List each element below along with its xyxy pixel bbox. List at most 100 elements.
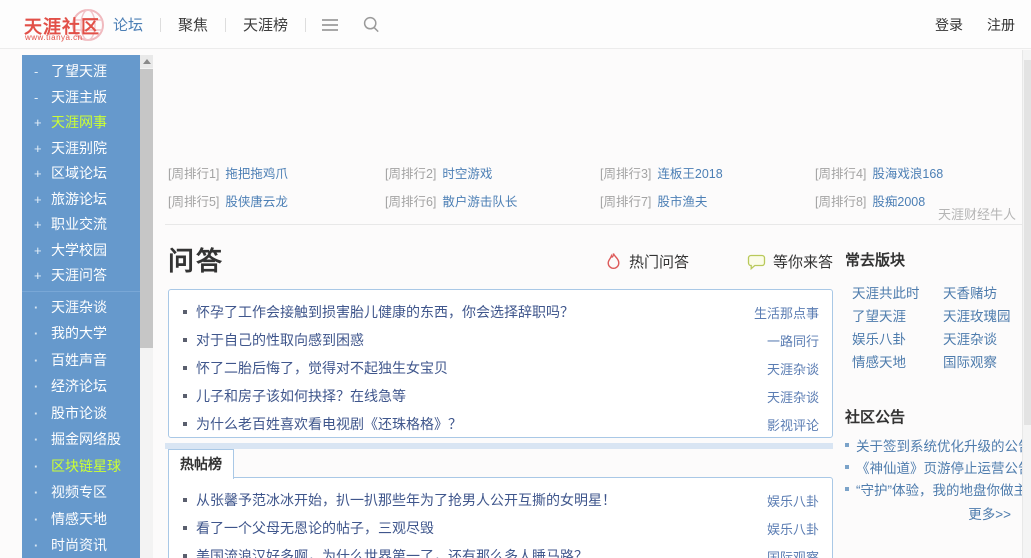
main-nav: 论坛 聚焦 天涯榜 bbox=[96, 0, 389, 49]
tab-hot-questions[interactable]: 热门问答 bbox=[605, 251, 689, 272]
sidebar-item[interactable]: -天涯主版 bbox=[22, 85, 140, 111]
sidebar-item[interactable]: 天涯杂谈 bbox=[22, 294, 140, 321]
ranking-item: [周排行2]时空游戏 bbox=[385, 163, 600, 182]
weekly-rankings: [周排行1]拖把拖鸡爪 [周排行2]时空游戏 [周排行3]连板王2018 [周排… bbox=[168, 163, 1028, 210]
post-link[interactable]: 看了一个父母无恩论的帖子，三观尽毁 bbox=[196, 518, 755, 538]
sidebar-item[interactable]: 股市论谈 bbox=[22, 400, 140, 427]
sidebar-item-active[interactable]: +天涯网事 bbox=[22, 110, 140, 136]
sidebar-divider bbox=[22, 291, 140, 292]
question-link[interactable]: 怀孕了工作会接触到损害胎儿健康的东西，你会选择辞职吗？ bbox=[196, 302, 742, 322]
sidebar-group-main: -了望天涯 -天涯主版 +天涯网事 +天涯别院 +区域论坛 +旅游论坛 +职业交… bbox=[22, 59, 140, 289]
scrollbar-thumb[interactable] bbox=[140, 69, 153, 348]
post-link[interactable]: 美国流浪汉好多啊，为什么世界第一了，还有那么多人睡马路？ bbox=[196, 546, 755, 558]
menu-icon[interactable] bbox=[306, 19, 354, 31]
qa-tabs: 热门问答 等你来答 bbox=[605, 251, 833, 272]
question-link[interactable]: 对于自己的性取向感到困惑 bbox=[196, 330, 755, 350]
tab-waiting-answers[interactable]: 等你来答 bbox=[747, 251, 833, 272]
register-link[interactable]: 注册 bbox=[987, 15, 1015, 35]
announcement-row: “守护”体验，我的地盘你做主 bbox=[845, 478, 1015, 500]
watermark-text: 天涯财经牛人 bbox=[938, 204, 1016, 223]
sidebar-item[interactable]: 情感天地 bbox=[22, 506, 140, 533]
site-url: www.tianya.cn bbox=[25, 33, 83, 42]
scroll-up-button[interactable] bbox=[140, 55, 153, 68]
category-link[interactable]: 天涯杂谈 bbox=[767, 359, 819, 378]
announcement-link[interactable]: 关于签到系统优化升级的公告 bbox=[856, 435, 1031, 455]
question-row: 为什么老百姓喜欢看电视剧《还珠格格》？ 影视评论 bbox=[169, 410, 832, 438]
question-row: 儿子和房子该如何抉择？在线急等天涯杂谈 bbox=[169, 382, 832, 410]
hot-tabstrip bbox=[165, 443, 833, 449]
board-link[interactable]: 国际观察 bbox=[943, 351, 1012, 374]
arrow-up-icon bbox=[143, 59, 151, 64]
sidebar-item[interactable]: +职业交流 bbox=[22, 212, 140, 238]
section-divider bbox=[165, 224, 1022, 225]
frequent-boards: 天涯共此时 天香赌坊 了望天涯 天涯玫瑰园 娱乐八卦 天涯杂谈 情感天地 国际观… bbox=[852, 282, 1012, 374]
board-link[interactable]: 天涯玫瑰园 bbox=[943, 305, 1012, 328]
announcements-title: 社区公告 bbox=[845, 406, 905, 427]
announcements: 关于签到系统优化升级的公告 《神仙道》页游停止运营公告 “守护”体验，我的地盘你… bbox=[845, 434, 1015, 500]
ranking-item: [周排行7]股市渔夫 bbox=[600, 191, 815, 210]
header: 天涯社区 www.tianya.cn 论坛 聚焦 天涯榜 登录 注册 bbox=[0, 0, 1031, 49]
post-row: 美国流浪汉好多啊，为什么世界第一了，还有那么多人睡马路？ 国际观察 bbox=[169, 542, 832, 558]
question-link[interactable]: 为什么老百姓喜欢看电视剧《还珠格格》？ bbox=[196, 414, 755, 434]
nav-focus[interactable]: 聚焦 bbox=[161, 14, 225, 35]
sidebar-item[interactable]: 视频专区 bbox=[22, 479, 140, 506]
scrollbar-thumb[interactable] bbox=[1024, 60, 1031, 425]
tianya-homepage: 天涯社区 www.tianya.cn 论坛 聚焦 天涯榜 登录 注册 - bbox=[0, 0, 1031, 558]
category-link[interactable]: 一路同行 bbox=[767, 331, 819, 350]
sidebar-item[interactable]: 掘金网络股 bbox=[22, 426, 140, 453]
sidebar-item[interactable]: +天涯别院 bbox=[22, 136, 140, 162]
board-link[interactable]: 天涯杂谈 bbox=[943, 328, 1012, 351]
login-link[interactable]: 登录 bbox=[935, 15, 963, 35]
sidebar-scrollbar[interactable] bbox=[140, 55, 153, 558]
category-link[interactable]: 影视评论 bbox=[767, 415, 819, 434]
board-link[interactable]: 天香赌坊 bbox=[943, 282, 1012, 305]
bubble-icon bbox=[747, 253, 766, 271]
question-row: 对于自己的性取向感到困惑一路同行 bbox=[169, 326, 832, 354]
sidebar-item[interactable]: +旅游论坛 bbox=[22, 187, 140, 213]
sidebar-item[interactable]: +天涯问答 bbox=[22, 263, 140, 289]
sidebar-item[interactable]: +大学校园 bbox=[22, 238, 140, 264]
ranking-item: [周排行3]连板王2018 bbox=[600, 163, 815, 182]
category-link[interactable]: 娱乐八卦 bbox=[767, 491, 819, 510]
sidebar-item[interactable]: 时尚资讯 bbox=[22, 532, 140, 558]
sidebar-item[interactable]: 我的大学 bbox=[22, 320, 140, 347]
nav-forum[interactable]: 论坛 bbox=[96, 14, 160, 35]
flame-icon bbox=[605, 252, 622, 271]
qa-section-title: 问答 bbox=[168, 241, 224, 278]
nav-tianya-rank[interactable]: 天涯榜 bbox=[226, 14, 305, 35]
ranking-item: [周排行1]拖把拖鸡爪 bbox=[168, 163, 385, 182]
tab-hot-posts[interactable]: 热帖榜 bbox=[168, 449, 234, 479]
category-link[interactable]: 娱乐八卦 bbox=[767, 519, 819, 538]
announcement-link[interactable]: “守护”体验，我的地盘你做主 bbox=[856, 479, 1027, 499]
sidebar-item[interactable]: 百姓声音 bbox=[22, 347, 140, 374]
sidebar-item-active[interactable]: 区块链星球 bbox=[22, 453, 140, 480]
category-link[interactable]: 天涯杂谈 bbox=[767, 387, 819, 406]
ranking-item: [周排行6]散户游击队长 bbox=[385, 191, 600, 210]
board-link[interactable]: 情感天地 bbox=[852, 351, 943, 374]
board-link[interactable]: 了望天涯 bbox=[852, 305, 943, 328]
post-link[interactable]: 从张馨予范冰冰开始，扒一扒那些年为了抢男人公开互撕的女明星！ bbox=[196, 490, 755, 510]
announcement-row: 关于签到系统优化升级的公告 bbox=[845, 434, 1015, 456]
search-icon[interactable] bbox=[354, 15, 389, 34]
question-row: 怀了二胎后悔了，觉得对不起独生女宝贝天涯杂谈 bbox=[169, 354, 832, 382]
sidebar-item[interactable]: 经济论坛 bbox=[22, 373, 140, 400]
post-row: 从张馨予范冰冰开始，扒一扒那些年为了抢男人公开互撕的女明星！ 娱乐八卦 bbox=[169, 486, 832, 514]
more-link[interactable]: 更多>> bbox=[845, 503, 1011, 523]
announcement-row: 《神仙道》页游停止运营公告 bbox=[845, 456, 1015, 478]
sidebar-item[interactable]: -了望天涯 bbox=[22, 59, 140, 85]
question-link[interactable]: 儿子和房子该如何抉择？在线急等 bbox=[196, 386, 755, 406]
ranking-item: [周排行4]股海戏浪168 bbox=[815, 163, 1028, 182]
category-link[interactable]: 国际观察 bbox=[767, 547, 819, 558]
qa-question-list: 怀孕了工作会接触到损害胎儿健康的东西，你会选择辞职吗？ 生活那点事 对于自己的性取… bbox=[168, 289, 833, 438]
question-link[interactable]: 怀了二胎后悔了，觉得对不起独生女宝贝 bbox=[196, 358, 755, 378]
hot-posts-list: 从张馨予范冰冰开始，扒一扒那些年为了抢男人公开互撕的女明星！ 娱乐八卦 看了一个父… bbox=[168, 477, 833, 558]
announcement-link[interactable]: 《神仙道》页游停止运营公告 bbox=[856, 457, 1031, 477]
page-scrollbar[interactable] bbox=[1022, 50, 1031, 558]
sidebar: -了望天涯 -天涯主版 +天涯网事 +天涯别院 +区域论坛 +旅游论坛 +职业交… bbox=[22, 55, 140, 558]
board-link[interactable]: 天涯共此时 bbox=[852, 282, 943, 305]
post-row: 看了一个父母无恩论的帖子，三观尽毁娱乐八卦 bbox=[169, 514, 832, 542]
sidebar-item[interactable]: +区域论坛 bbox=[22, 161, 140, 187]
category-link[interactable]: 生活那点事 bbox=[754, 303, 819, 322]
board-link[interactable]: 娱乐八卦 bbox=[852, 328, 943, 351]
sidebar-group-boards: 天涯杂谈 我的大学 百姓声音 经济论坛 股市论谈 掘金网络股 区块链星球 视频专… bbox=[22, 294, 140, 558]
